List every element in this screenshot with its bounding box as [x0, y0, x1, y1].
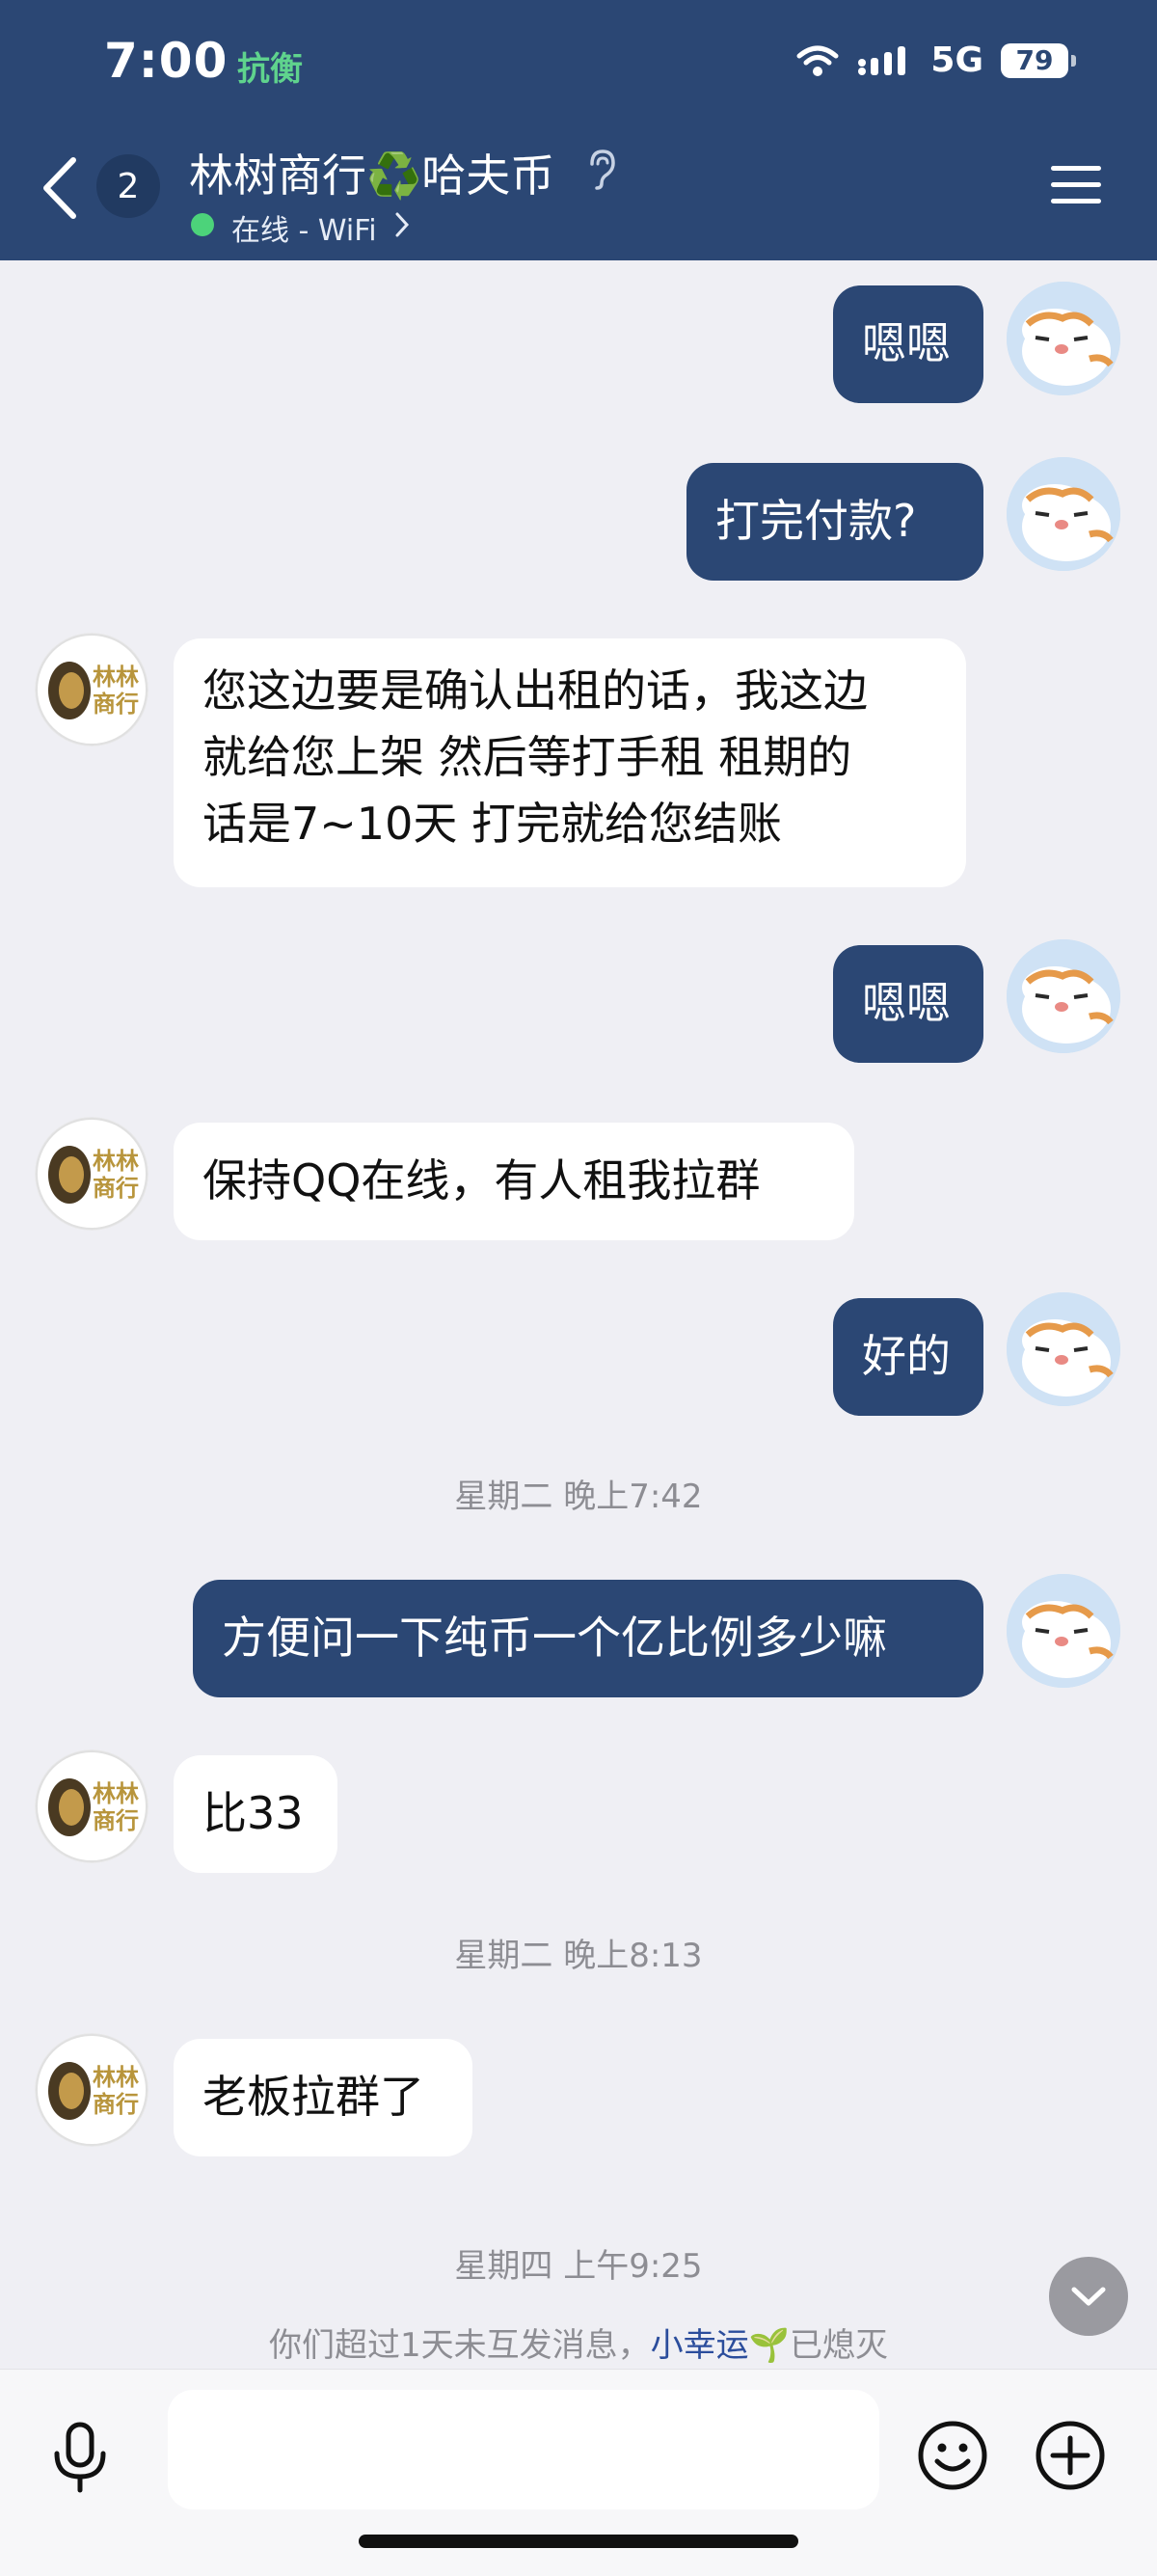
- home-indicator: [359, 2535, 798, 2548]
- interaction-notice: 你们超过1天未互发消息，小幸运🌱已熄灭: [0, 2318, 1157, 2366]
- message-bubble-sent[interactable]: 打完付款?: [686, 463, 983, 581]
- notice-text: 你们超过1天未互发消息，: [269, 2326, 651, 2365]
- svg-text:林林: 林林: [93, 2063, 139, 2091]
- message-bubble-received[interactable]: 保持QQ在线，有人租我拉群: [174, 1123, 854, 1240]
- contact-avatar[interactable]: 林林 商行: [35, 1117, 148, 1231]
- status-indicators: 5G 79: [795, 41, 1076, 80]
- message-bubble-sent[interactable]: 嗯嗯: [833, 945, 983, 1063]
- svg-text:商行: 商行: [93, 1174, 139, 1202]
- my-avatar[interactable]: [1007, 939, 1120, 1053]
- timestamp-separator: 星期四 上午9:25: [454, 2247, 703, 2286]
- back-arrow-icon[interactable]: [39, 154, 81, 222]
- svg-text:商行: 商行: [93, 690, 139, 718]
- status-app-name: 抗衡: [237, 50, 303, 89]
- my-avatar[interactable]: [1007, 1574, 1120, 1688]
- online-status-dot: [191, 213, 214, 236]
- svg-text:商行: 商行: [93, 1806, 139, 1834]
- plus-icon[interactable]: [1034, 2419, 1107, 2492]
- svg-text:林林: 林林: [93, 1147, 139, 1175]
- message-bubble-sent[interactable]: 好的: [833, 1298, 983, 1416]
- tiger-avatar-icon: [1007, 1292, 1120, 1406]
- chat-header: 7:00 抗衡 5G 79 2 林树商行♻️哈夫币 在线 - WiFi: [0, 0, 1157, 260]
- chevron-down-icon: [1071, 2287, 1106, 2306]
- notice-suffix: 已熄灭: [789, 2326, 888, 2365]
- message-bubble-sent[interactable]: 嗯嗯: [833, 285, 983, 403]
- emoji-icon[interactable]: [916, 2419, 989, 2492]
- my-avatar[interactable]: [1007, 1292, 1120, 1406]
- lion-logo-icon: 林林 商行: [36, 2034, 148, 2146]
- contact-avatar[interactable]: 林林 商行: [35, 2033, 148, 2147]
- status-time: 7:00: [104, 33, 229, 89]
- network-type: 5G: [930, 41, 983, 80]
- tiger-avatar-icon: [1007, 282, 1120, 395]
- battery-icon: 79: [1001, 42, 1076, 78]
- lion-logo-icon: 林林 商行: [36, 1118, 148, 1230]
- svg-text:林林: 林林: [93, 663, 139, 691]
- signal-icon: [858, 45, 906, 75]
- lion-logo-icon: 林林 商行: [36, 634, 148, 746]
- timestamp-separator: 星期二 晚上7:42: [454, 1478, 703, 1516]
- tiger-avatar-icon: [1007, 1574, 1120, 1688]
- svg-text:林林: 林林: [93, 1779, 139, 1807]
- message-bubble-received[interactable]: 您这边要是确认出租的话，我这边 就给您上架 然后等打手租 租期的 话是7~10天…: [174, 638, 966, 887]
- message-bubble-received[interactable]: 老板拉群了: [174, 2039, 472, 2156]
- message-input[interactable]: [168, 2390, 879, 2509]
- chat-title[interactable]: 林树商行♻️哈夫币: [189, 141, 554, 204]
- svg-text:商行: 商行: [93, 2090, 139, 2118]
- ear-icon: [590, 149, 615, 190]
- chevron-right-icon[interactable]: [393, 210, 411, 239]
- contact-avatar[interactable]: 林林 商行: [35, 633, 148, 746]
- tiger-avatar-icon: [1007, 457, 1120, 571]
- my-avatar[interactable]: [1007, 282, 1120, 395]
- message-bubble-received[interactable]: 比33: [174, 1755, 337, 1873]
- online-status-text[interactable]: 在线 - WiFi: [231, 206, 377, 249]
- menu-icon[interactable]: [1049, 164, 1103, 206]
- scroll-to-bottom-button[interactable]: [1049, 2257, 1128, 2336]
- timestamp-separator: 星期二 晚上8:13: [454, 1937, 703, 1975]
- my-avatar[interactable]: [1007, 457, 1120, 571]
- notice-link[interactable]: 小幸运🌱: [651, 2326, 790, 2365]
- microphone-icon[interactable]: [50, 2421, 110, 2494]
- lion-logo-icon: 林林 商行: [36, 1750, 148, 1862]
- unread-count-badge[interactable]: 2: [96, 154, 160, 218]
- wifi-icon: [796, 45, 839, 76]
- contact-avatar[interactable]: 林林 商行: [35, 1749, 148, 1863]
- tiger-avatar-icon: [1007, 939, 1120, 1053]
- message-bubble-sent[interactable]: 方便问一下纯币一个亿比例多少嘛: [193, 1580, 983, 1697]
